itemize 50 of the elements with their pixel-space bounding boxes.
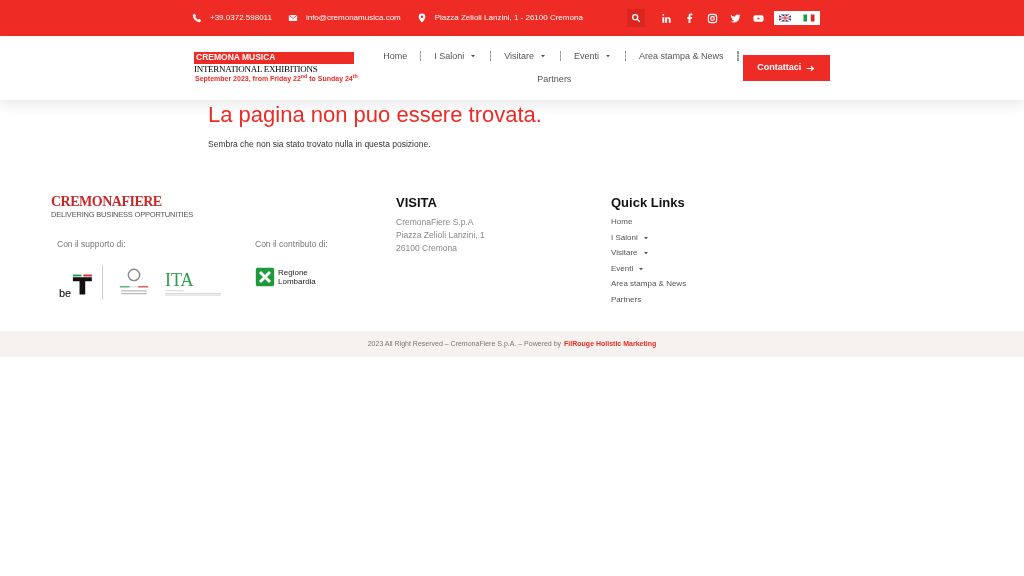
nav-link[interactable]: Home [370, 49, 421, 63]
uk-flag-icon[interactable] [779, 12, 791, 24]
social-link[interactable] [661, 12, 672, 24]
logo-text: ITA [165, 270, 195, 289]
italy-flag-icon[interactable] [803, 12, 815, 24]
logo-name: CREMONAFIERE [51, 192, 162, 210]
footer-link[interactable]: Visitare [611, 247, 687, 259]
address-line: CremonaFiere S.p.A [396, 216, 475, 230]
logo-text: be [59, 287, 72, 299]
nav-link[interactable]: Partners [524, 73, 585, 87]
search-icon [631, 13, 641, 23]
contribution-label: Con il contributo di: [255, 237, 329, 251]
social-link[interactable] [684, 12, 695, 24]
logo-title: CREMONA MUSICA [194, 52, 354, 62]
logo-subtitle: INTERNATIONAL EXHIBITIONS [194, 62, 354, 74]
error-heading: La pagina non puo essere trovata. [208, 102, 543, 128]
footer-link[interactable]: Home [611, 216, 687, 228]
search-button[interactable] [627, 9, 645, 27]
social-link[interactable] [707, 12, 718, 24]
footer-link[interactable]: Eventi [611, 262, 687, 275]
envelope-icon [287, 13, 298, 23]
nav-link[interactable]: Visitare [491, 49, 561, 63]
nav-link[interactable]: Eventi [561, 49, 626, 63]
address-text: Piazza Zelioli Lanzini, 1 - 26100 Cremona [434, 12, 583, 24]
address-line: Piazza Zelioli Lanzini, 1 [396, 229, 486, 243]
cross-emblem-icon [255, 266, 275, 287]
bird-icon [730, 12, 741, 24]
phone-number: +39.0372.598011 [210, 12, 272, 24]
youtube-icon [753, 12, 764, 24]
address-line: 26100 Cremona [396, 242, 458, 256]
footer-link[interactable]: Partners [611, 293, 687, 306]
column-heading: VISITA [396, 193, 438, 212]
phone-icon [192, 13, 202, 23]
logo-text: Regione Lombardia [278, 267, 316, 286]
map-pin-icon [416, 13, 427, 23]
linkedin-icon [661, 12, 672, 24]
contact-button[interactable]: Contattaci [742, 55, 830, 81]
nav-link[interactable]: I Saloni [421, 49, 491, 63]
social-link[interactable] [730, 12, 741, 24]
facebook-icon [684, 12, 695, 24]
footer-link[interactable]: I Saloni [611, 231, 687, 244]
footer-link[interactable]: Area stampa & News [611, 278, 687, 290]
instagram-icon [707, 12, 718, 24]
column-heading: Quick Links [611, 193, 686, 212]
error-message: Sembra che non sia stato trovato nulla in questa posizione. [208, 138, 432, 151]
nav-link[interactable]: Area stampa & News [626, 49, 737, 63]
arrow-right-icon [806, 63, 816, 73]
language-switcher[interactable] [774, 11, 820, 25]
support-label: Con il supporto di: [56, 237, 127, 251]
social-link[interactable] [753, 12, 764, 24]
